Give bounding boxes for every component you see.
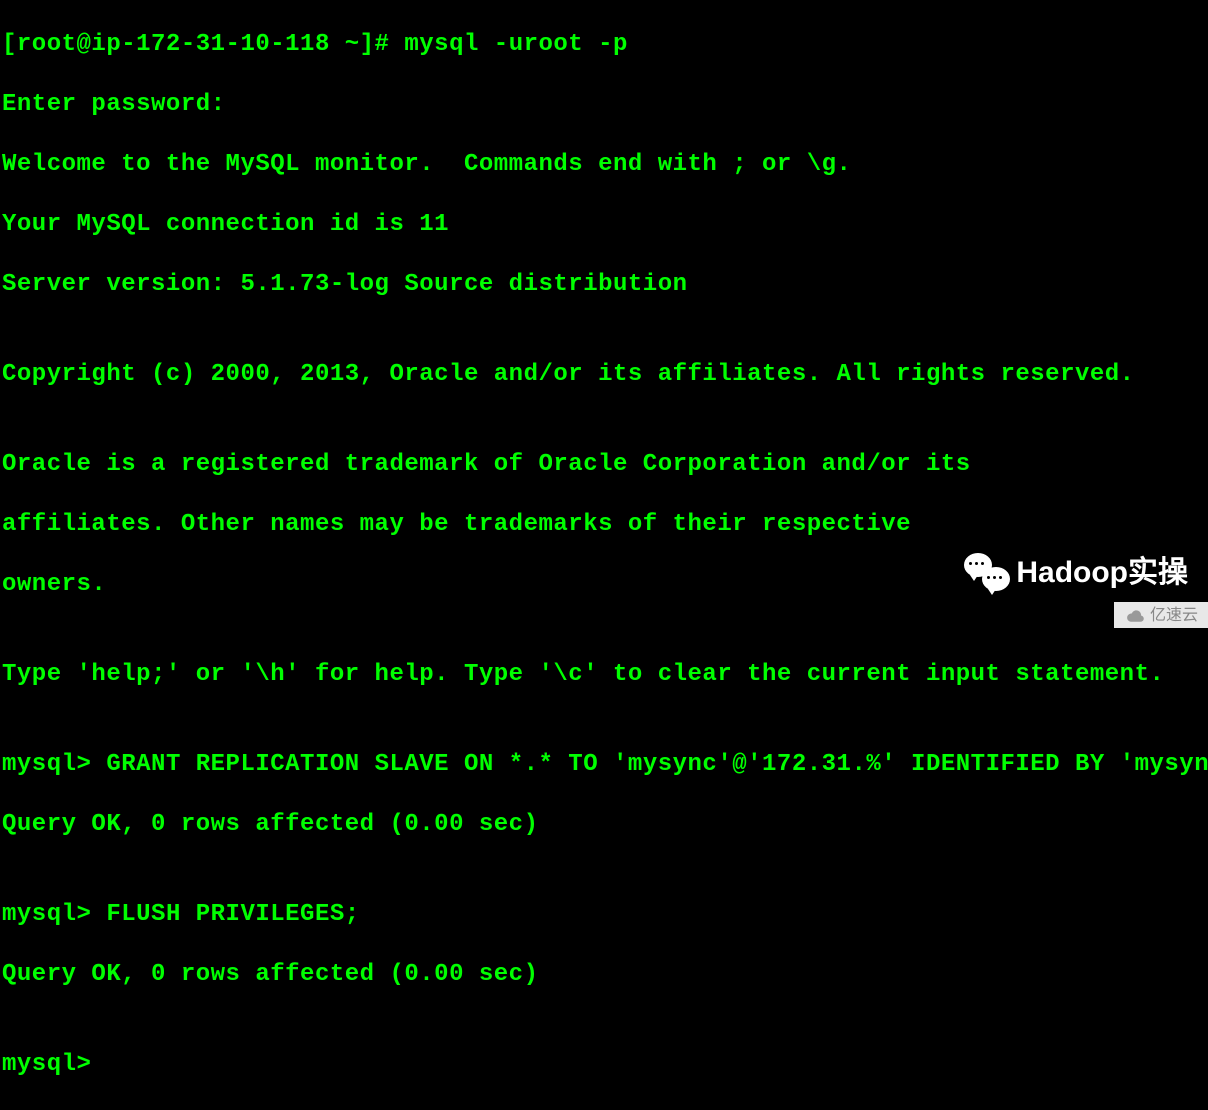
mysql-prompt: mysql> (2, 901, 106, 928)
wechat-watermark: Hadoop实操 (964, 553, 1188, 593)
query-result-2: Query OK, 0 rows affected (0.00 sec) (2, 960, 1208, 990)
help-line: Type 'help;' or '\h' for help. Type '\c'… (2, 660, 1208, 690)
mysql-prompt: mysql> (2, 751, 106, 778)
cloud-icon (1124, 609, 1146, 623)
cloud-watermark: 亿速云 (1114, 602, 1208, 628)
trademark-line-1: Oracle is a registered trademark of Orac… (2, 450, 1208, 480)
password-prompt: Enter password: (2, 90, 1208, 120)
shell-command: mysql -uroot -p (404, 31, 628, 58)
cloud-label: 亿速云 (1150, 606, 1198, 626)
copyright-line: Copyright (c) 2000, 2013, Oracle and/or … (2, 360, 1208, 390)
mysql-prompt-cursor[interactable]: mysql> (2, 1051, 106, 1078)
server-version-line: Server version: 5.1.73-log Source distri… (2, 270, 1208, 300)
sql-statement-1: GRANT REPLICATION SLAVE ON *.* TO 'mysyn… (106, 751, 1208, 778)
wechat-label: Hadoop实操 (1016, 554, 1188, 592)
connection-id-line: Your MySQL connection id is 11 (2, 210, 1208, 240)
query-result-1: Query OK, 0 rows affected (0.00 sec) (2, 810, 1208, 840)
wechat-icon (964, 553, 1010, 593)
welcome-line: Welcome to the MySQL monitor. Commands e… (2, 150, 1208, 180)
trademark-line-2: affiliates. Other names may be trademark… (2, 510, 1208, 540)
shell-prompt: [root@ip-172-31-10-118 ~]# (2, 31, 404, 58)
sql-statement-2: FLUSH PRIVILEGES; (106, 901, 359, 928)
